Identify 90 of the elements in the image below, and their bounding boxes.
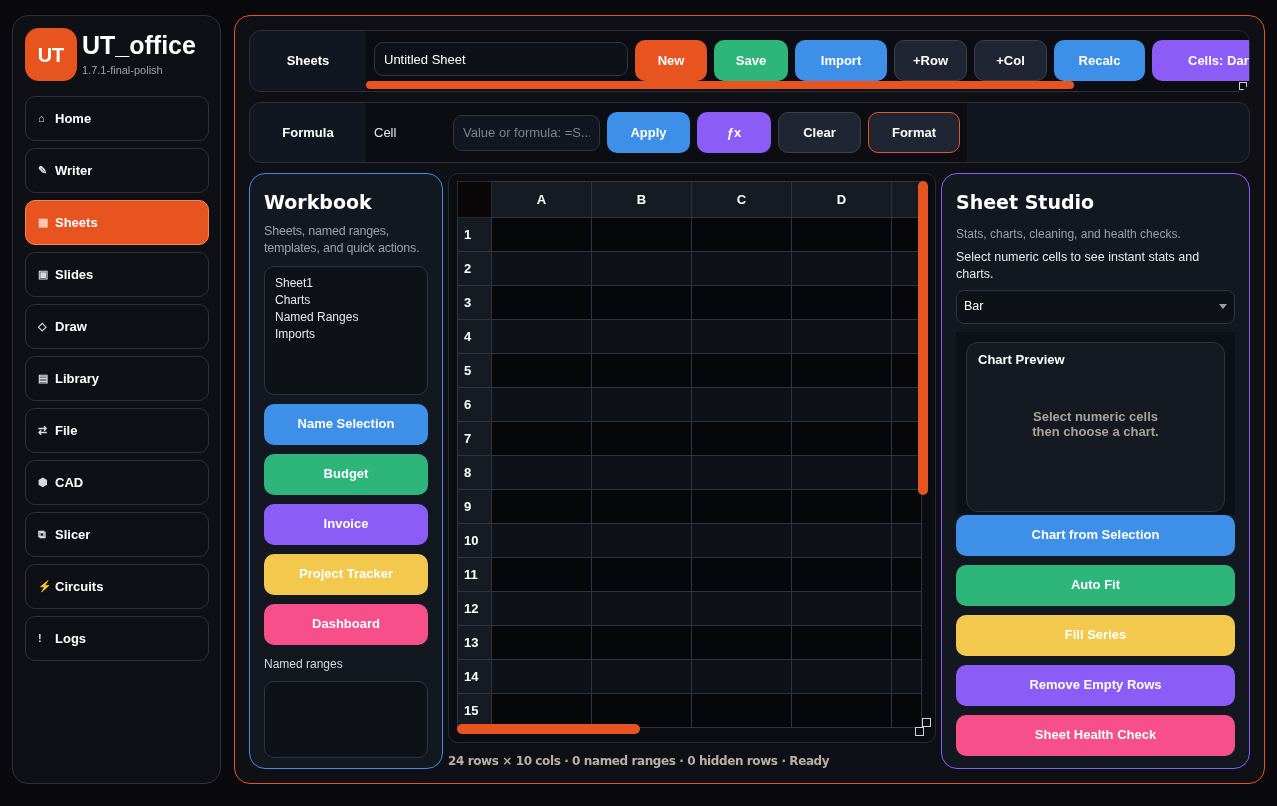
sheet-list-item[interactable]: Imports xyxy=(275,325,417,343)
nav-item[interactable]: ⚡ Circuits xyxy=(25,564,209,609)
row-header[interactable]: 11 xyxy=(457,557,492,592)
sheet-list-item[interactable]: Charts xyxy=(275,291,417,309)
caret-icon xyxy=(1219,304,1227,309)
panel-title: Workbook xyxy=(264,190,373,215)
panel-hint: Select numeric cells to see instant stats and charts. xyxy=(956,248,1201,283)
nav-icon: ⚡ xyxy=(38,578,48,595)
app-logo: UT xyxy=(25,28,77,81)
nav-item[interactable]: ⌂ Home xyxy=(25,96,209,141)
nav-label: Draw xyxy=(55,317,87,336)
toolbar-button[interactable]: Clear xyxy=(778,112,861,153)
nav-label: CAD xyxy=(55,473,84,492)
nav-item[interactable]: ▦ Sheets xyxy=(25,200,209,245)
panel-subtitle: Sheets, named ranges, templates, and quick actions. xyxy=(264,222,421,257)
row-header[interactable]: 1 xyxy=(457,217,492,252)
toolbar-label: Formula xyxy=(281,123,335,142)
column-header[interactable]: C xyxy=(691,181,792,218)
column-header[interactable]: A xyxy=(491,181,592,218)
row-header[interactable]: 12 xyxy=(457,591,492,626)
nav-label: Sheets xyxy=(55,213,98,232)
nav-item[interactable]: ◇ Draw xyxy=(25,304,209,349)
toolbar-button[interactable]: Remove Empty Rows xyxy=(956,664,1235,706)
row-header[interactable]: 14 xyxy=(457,659,492,694)
nav-icon: ! xyxy=(38,630,48,647)
nav-item[interactable]: ✎ Writer xyxy=(25,148,209,193)
resize-handle[interactable] xyxy=(1239,82,1247,90)
scrollbar-thumb[interactable] xyxy=(366,81,1074,89)
sheet-name-field[interactable]: Untitled Sheet xyxy=(374,42,628,76)
toolbar-button[interactable]: ƒx xyxy=(697,112,771,153)
nav-item[interactable]: ⇄ File xyxy=(25,408,209,453)
nav-label: Library xyxy=(55,369,100,388)
row-header[interactable]: 6 xyxy=(457,387,492,422)
nav-icon: ⇄ xyxy=(38,422,48,439)
nav-item[interactable]: ▣ Slides xyxy=(25,252,209,297)
scrollbar-thumb[interactable] xyxy=(457,724,640,734)
toolbar-button[interactable]: Cells: Dar xyxy=(1152,40,1249,81)
scrollbar-thumb[interactable] xyxy=(918,181,928,495)
dropdown-value: Bar xyxy=(964,298,984,316)
cell-label: Cell xyxy=(374,123,398,142)
nav-icon: ✎ xyxy=(38,162,48,179)
panel-title: Sheet Studio xyxy=(956,190,1096,215)
app-version: 1.7.1-final-polish xyxy=(82,63,164,78)
row-header[interactable]: 10 xyxy=(457,523,492,558)
nav-icon: ▦ xyxy=(38,214,48,231)
toolbar-button[interactable]: +Col xyxy=(974,40,1047,81)
nav-icon: ▣ xyxy=(38,266,48,283)
status-text: 24 rows × 10 cols · 0 named ranges · 0 hidden rows · Ready xyxy=(448,753,831,770)
nav-item[interactable]: ⧉ Slicer xyxy=(25,512,209,557)
row-header[interactable]: 7 xyxy=(457,421,492,456)
named-ranges-list[interactable] xyxy=(264,680,428,758)
nav-label: Slicer xyxy=(55,525,91,544)
nav-label: File xyxy=(55,421,78,440)
sheet-list-item[interactable]: Sheet1 xyxy=(275,274,417,292)
toolbar-button[interactable]: Format xyxy=(868,112,960,153)
app-title: UT_office xyxy=(82,30,196,60)
sheet-list-item[interactable]: Named Ranges xyxy=(275,308,417,326)
nav-label: Writer xyxy=(55,161,93,180)
nav-icon: ◇ xyxy=(38,318,48,335)
toolbar-button[interactable]: Invoice xyxy=(264,503,428,545)
toolbar-label: Sheets xyxy=(285,52,331,71)
nav-icon: ⬢ xyxy=(38,474,48,491)
row-header[interactable]: 3 xyxy=(457,285,492,320)
nav-icon: ⌂ xyxy=(38,110,48,127)
chart-preview-title: Chart Preview xyxy=(978,350,1066,369)
nav-item[interactable]: ! Logs xyxy=(25,616,209,661)
column-header[interactable]: D xyxy=(791,181,892,218)
nav-item[interactable]: ⬢ CAD xyxy=(25,460,209,505)
toolbar-button[interactable]: New xyxy=(635,40,707,81)
nav-icon: ▤ xyxy=(38,370,48,387)
row-header[interactable]: 8 xyxy=(457,455,492,490)
nav-label: Circuits xyxy=(55,577,104,596)
nav-label: Logs xyxy=(55,629,87,648)
formula-field[interactable]: Value or formula: =S... xyxy=(453,114,600,151)
row-header[interactable]: 9 xyxy=(457,489,492,524)
nav-icon: ⧉ xyxy=(38,526,48,543)
row-header[interactable]: 13 xyxy=(457,625,492,660)
nav-label: Slides xyxy=(55,265,94,284)
chart-preview-message: Select numeric cells then choose a chart. xyxy=(1031,409,1160,439)
nav-item[interactable]: ▤ Library xyxy=(25,356,209,401)
chart-type-dropdown[interactable]: Bar xyxy=(956,289,1235,324)
row-header[interactable]: 4 xyxy=(457,319,492,354)
panel-subtitle: Stats, charts, cleaning, and health checks. xyxy=(956,225,1182,243)
field-label: Named ranges xyxy=(264,655,344,673)
sheet-list[interactable]: Sheet1 Charts Named Ranges Imports xyxy=(264,265,428,395)
row-header[interactable]: 2 xyxy=(457,251,492,286)
row-header[interactable]: 5 xyxy=(457,353,492,388)
column-header[interactable]: B xyxy=(591,181,692,218)
toolbar-button[interactable]: +Row xyxy=(894,40,967,81)
nav-label: Home xyxy=(55,109,92,128)
